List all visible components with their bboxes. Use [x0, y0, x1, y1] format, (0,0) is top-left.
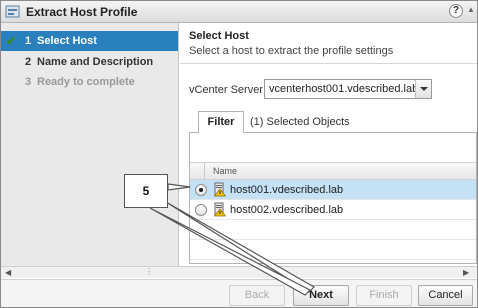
step-label: Select Host: [37, 35, 97, 47]
splitter-handle[interactable]: ⋮: [145, 267, 153, 276]
wizard-steps-panel: ✔ 1 Select Host 2 Name and Description 3…: [1, 23, 179, 266]
step-number: 2: [25, 56, 32, 68]
dialog-title: Extract Host Profile: [26, 5, 138, 19]
host-grid: Name host001.vdescribed.lab host002.vdes…: [189, 132, 477, 264]
vcenter-server-value: vcenterhost001.vdescribed.lab: [269, 83, 419, 95]
empty-row: [190, 240, 476, 260]
finish-button[interactable]: Finish: [356, 285, 412, 306]
step-select-host[interactable]: ✔ 1 Select Host: [1, 31, 178, 51]
scroll-right-icon[interactable]: ▶: [463, 268, 469, 277]
host-name: host002.vdescribed.lab: [230, 204, 344, 216]
tab-filter[interactable]: Filter: [198, 111, 244, 133]
help-button[interactable]: ?: [449, 4, 463, 18]
empty-row: [190, 220, 476, 240]
scroll-left-icon[interactable]: ◀: [5, 268, 11, 277]
step-content: Select Host Select a host to extract the…: [180, 23, 477, 266]
host-name: host001.vdescribed.lab: [230, 184, 344, 196]
annotation-callout: 5: [124, 174, 168, 208]
table-row[interactable]: host001.vdescribed.lab: [190, 180, 476, 200]
title-bar: Extract Host Profile ? ▲: [1, 1, 477, 23]
step-label: Name and Description: [37, 56, 154, 68]
checkmark-icon: ✔: [6, 34, 17, 48]
extract-host-profile-dialog: Extract Host Profile ? ▲ ✔ 1 Select Host…: [0, 0, 478, 308]
host-warning-icon: [214, 202, 226, 217]
step-name-and-description[interactable]: 2 Name and Description: [1, 52, 178, 72]
chevron-down-icon[interactable]: [415, 80, 431, 98]
scroll-up-icon[interactable]: ▲: [467, 5, 475, 14]
section-subtitle: Select a host to extract the profile set…: [189, 45, 394, 57]
horizontal-scrollbar[interactable]: ◀ ⋮ ▶: [1, 266, 477, 278]
host-warning-icon: [214, 182, 226, 197]
divider: [180, 63, 477, 64]
section-title: Select Host: [189, 30, 249, 42]
back-button[interactable]: Back: [229, 285, 285, 306]
grid-header: Name: [190, 162, 476, 180]
column-separator: [204, 163, 205, 180]
column-header-name[interactable]: Name: [213, 166, 237, 176]
host-profile-icon: [5, 5, 20, 18]
wizard-footer: Back Next Finish Cancel: [1, 279, 477, 307]
step-label: Ready to complete: [37, 76, 135, 88]
table-row[interactable]: host002.vdescribed.lab: [190, 200, 476, 220]
vcenter-server-label: vCenter Server:: [189, 84, 267, 96]
tab-selected-objects[interactable]: (1) Selected Objects: [250, 116, 350, 128]
step-number: 3: [25, 76, 32, 88]
host-radio-button[interactable]: [195, 204, 207, 216]
next-button[interactable]: Next: [293, 285, 349, 306]
vcenter-server-select[interactable]: vcenterhost001.vdescribed.lab: [264, 79, 432, 99]
step-ready-to-complete: 3 Ready to complete: [1, 72, 178, 92]
cancel-button[interactable]: Cancel: [418, 285, 473, 306]
step-number: 1: [25, 35, 32, 47]
tab-bar: Filter (1) Selected Objects: [189, 110, 477, 133]
host-radio-button[interactable]: [195, 184, 207, 196]
